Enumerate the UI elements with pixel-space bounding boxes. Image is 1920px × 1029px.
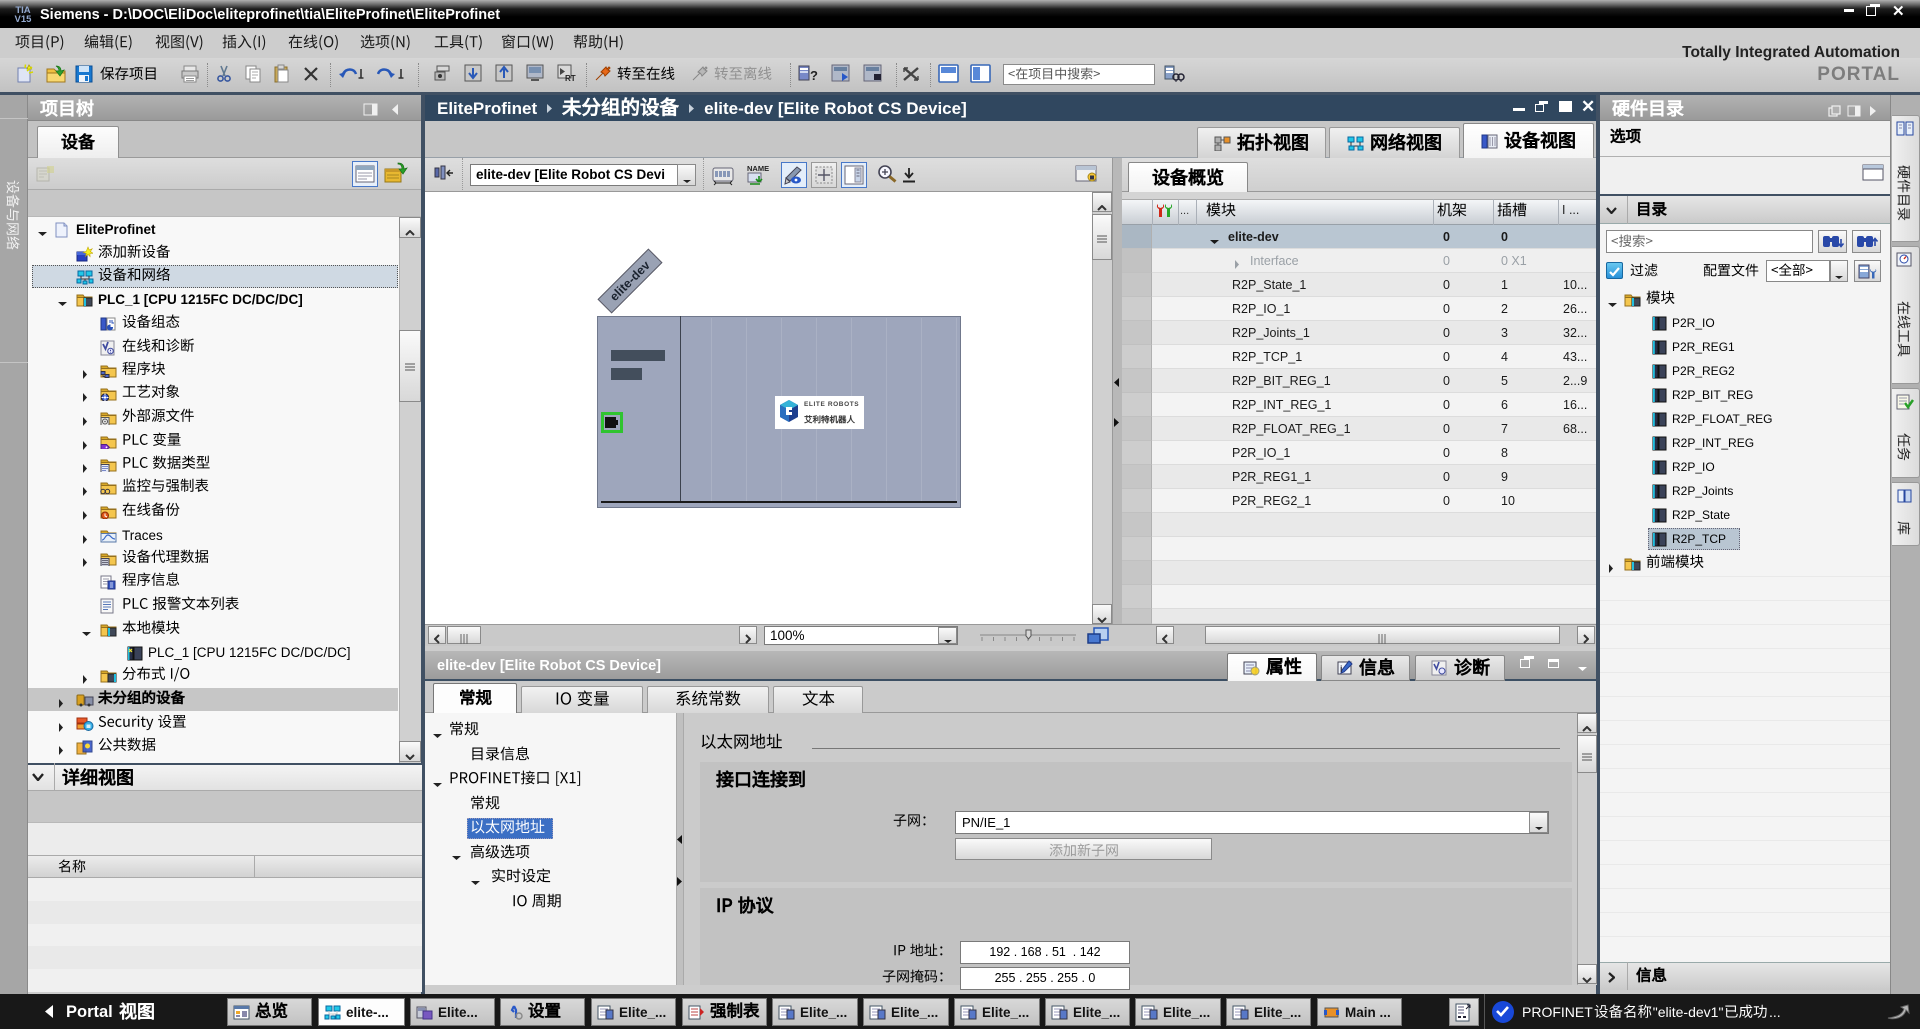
svg-text:?: ? (810, 68, 818, 83)
svg-text:i: i (1340, 664, 1343, 674)
svg-text:RT: RT (565, 74, 576, 83)
svg-text:NAME: NAME (747, 164, 769, 173)
